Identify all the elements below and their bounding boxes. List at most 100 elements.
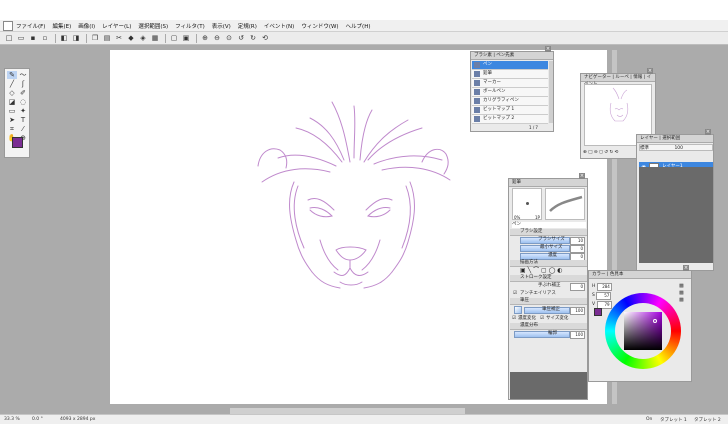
- prev-icon[interactable]: ◧: [59, 33, 69, 43]
- color-mode-icons[interactable]: ▩ ▩ ▩: [679, 283, 684, 304]
- close-icon[interactable]: ×: [647, 68, 653, 74]
- blend-mode-select[interactable]: 標準: [640, 146, 649, 151]
- paste-icon[interactable]: ▤: [102, 33, 112, 43]
- brush-tool-icon[interactable]: ╱: [7, 80, 17, 88]
- save-as-icon[interactable]: ▫: [40, 33, 50, 43]
- brush-item-bitmap-2[interactable]: ビットマップ 2: [472, 115, 548, 124]
- brush-panel-tabs[interactable]: ブラシ素 | ペン先素: [471, 52, 553, 60]
- s-label: S: [592, 293, 595, 298]
- statusbar: 33.3 % 0.0 ° 4093 x 2894 px On タブレット 1 タ…: [0, 414, 728, 424]
- new-file-icon[interactable]: □: [4, 33, 14, 43]
- hue-ring[interactable]: [605, 293, 681, 369]
- current-color-swatch[interactable]: [594, 308, 602, 316]
- close-icon[interactable]: ×: [545, 46, 551, 52]
- foreground-color-swatch[interactable]: [12, 137, 23, 148]
- gradient-tool-icon[interactable]: ◌: [18, 98, 28, 106]
- menubar: ファイル(F) 編集(E) 画像(I) レイヤー(L) 選択範囲(S) フィルタ…: [0, 20, 728, 32]
- toolbar-divider: [165, 33, 166, 43]
- menu-filter[interactable]: フィルタ(T): [175, 22, 205, 30]
- crop-tool-icon[interactable]: ⌗: [7, 125, 17, 133]
- brush-item-ballpen[interactable]: ボールペン: [472, 88, 548, 97]
- cut-icon[interactable]: ✂: [114, 33, 124, 43]
- menu-edit[interactable]: 編集(E): [52, 22, 71, 30]
- menu-help[interactable]: ヘルプ(H): [346, 22, 371, 30]
- brush-list-scrollbar[interactable]: [549, 61, 553, 123]
- blur-tool-icon[interactable]: ✐: [18, 89, 28, 97]
- move-tool-icon[interactable]: ➤: [7, 116, 17, 124]
- section-density-dist[interactable]: 濃度分布: [510, 323, 587, 330]
- menu-event[interactable]: イベント(N): [264, 22, 294, 30]
- menu-window[interactable]: ウィンドウ(W): [301, 22, 338, 30]
- brush-item-bitmap-1[interactable]: ビットマップ 1: [472, 106, 548, 115]
- open-file-icon[interactable]: ▭: [16, 33, 26, 43]
- h-label: H: [592, 284, 596, 289]
- brush-item-calligraphy[interactable]: カリグラフィペン: [472, 97, 548, 106]
- lasso-tool-icon[interactable]: 〜: [18, 71, 28, 79]
- zoom-out-icon[interactable]: ⊖: [212, 33, 222, 43]
- antialias-checkbox[interactable]: ☑: [513, 290, 517, 298]
- brush-item-marker[interactable]: マーカー: [472, 79, 548, 88]
- fill-icon[interactable]: ◆: [126, 33, 136, 43]
- section-brush[interactable]: ブラシ設定: [510, 229, 587, 236]
- airbrush-tool-icon[interactable]: ʃ: [18, 80, 28, 88]
- rotate-reset-icon[interactable]: ⟲: [260, 33, 270, 43]
- shape-icons[interactable]: ▣ ╲ ⌒ ▢ ◯ ◐: [510, 267, 587, 275]
- grid-icon[interactable]: ▦: [150, 33, 160, 43]
- brush-item-pen[interactable]: ペン: [472, 61, 548, 70]
- size-change-checkbox[interactable]: ☑: [540, 315, 544, 323]
- opacity-value[interactable]: 100: [674, 146, 683, 151]
- menu-select[interactable]: 選択範囲(S): [138, 22, 168, 30]
- section-shape[interactable]: 描画方法: [510, 260, 587, 267]
- canvas-size-readout: 4093 x 2894 px: [60, 417, 96, 422]
- close-icon[interactable]: ×: [683, 265, 689, 271]
- close-icon[interactable]: ×: [705, 129, 711, 135]
- menu-image[interactable]: 画像(I): [78, 22, 95, 30]
- zoom-reset-icon[interactable]: ⊙: [224, 33, 234, 43]
- section-pressure[interactable]: 筆圧: [510, 298, 587, 305]
- s-value[interactable]: 57: [596, 292, 612, 300]
- select-all-icon[interactable]: ▢: [169, 33, 179, 43]
- rotate-left-icon[interactable]: ↺: [236, 33, 246, 43]
- deselect-icon[interactable]: ▣: [181, 33, 191, 43]
- sv-cursor[interactable]: [653, 319, 657, 323]
- menu-view[interactable]: 表示(V): [212, 22, 231, 30]
- eraser-tool-icon[interactable]: ◇: [7, 89, 17, 97]
- menu-layer[interactable]: レイヤー(L): [102, 22, 131, 30]
- menu-file[interactable]: ファイル(F): [16, 22, 45, 30]
- saturation-value-square[interactable]: [624, 312, 662, 350]
- pressure-value[interactable]: 100: [570, 307, 585, 315]
- close-icon[interactable]: ×: [579, 173, 585, 179]
- antialias-label: アンチエイリアス: [520, 291, 556, 296]
- transform-icon[interactable]: ◈: [138, 33, 148, 43]
- fill-tool-icon[interactable]: ◪: [7, 98, 17, 106]
- h-value[interactable]: 284: [596, 283, 612, 291]
- brush-item-pencil[interactable]: 鉛筆: [472, 70, 548, 79]
- magic-wand-tool-icon[interactable]: ✦: [18, 107, 28, 115]
- pressure-curve-icon[interactable]: [514, 306, 522, 314]
- save-icon[interactable]: ▪: [28, 33, 38, 43]
- pen-tool-icon[interactable]: ✎: [7, 71, 17, 79]
- color-panel-tabs[interactable]: カラー | 色見本: [589, 271, 691, 279]
- brush-settings-tab[interactable]: 鉛筆: [509, 179, 587, 187]
- menu-ruler[interactable]: 定規(R): [238, 22, 257, 30]
- layer-list-empty: [639, 167, 713, 263]
- density-slider[interactable]: [520, 253, 570, 260]
- antialias-row[interactable]: ☑ アンチエイリアス: [510, 290, 587, 298]
- navigator-controls[interactable]: ⊕ □ ⊖ ◻ ↺ ↻ ⟲: [583, 150, 618, 155]
- preview-percent: 0%: [514, 215, 521, 220]
- density-change-checkbox[interactable]: ☑: [512, 315, 516, 323]
- copy-icon[interactable]: ❐: [90, 33, 100, 43]
- navigator-tabs[interactable]: ナビゲーター | ルーペ | 情報 | イベント: [581, 74, 655, 87]
- layer-panel-tabs[interactable]: レイヤー | 選択範囲: [637, 135, 713, 143]
- brush-panel: × ブラシ素 | ペン先素 ペン 鉛筆 マーカー ボールペン カリグラフィペン …: [470, 46, 554, 132]
- blur-value[interactable]: 100: [570, 331, 585, 339]
- text-tool-icon[interactable]: T: [18, 116, 28, 124]
- select-rect-tool-icon[interactable]: ▭: [7, 107, 17, 115]
- rotate-right-icon[interactable]: ↻: [248, 33, 258, 43]
- blur-slider[interactable]: [514, 331, 570, 338]
- section-stroke[interactable]: ストローク設定: [510, 275, 587, 282]
- zoom-in-icon[interactable]: ⊕: [200, 33, 210, 43]
- pressure-options-row: ☑ 濃度変化 ☑ サイズ変化: [510, 315, 587, 323]
- next-icon[interactable]: ◨: [71, 33, 81, 43]
- eyedropper-tool-icon[interactable]: ⁄: [18, 125, 28, 133]
